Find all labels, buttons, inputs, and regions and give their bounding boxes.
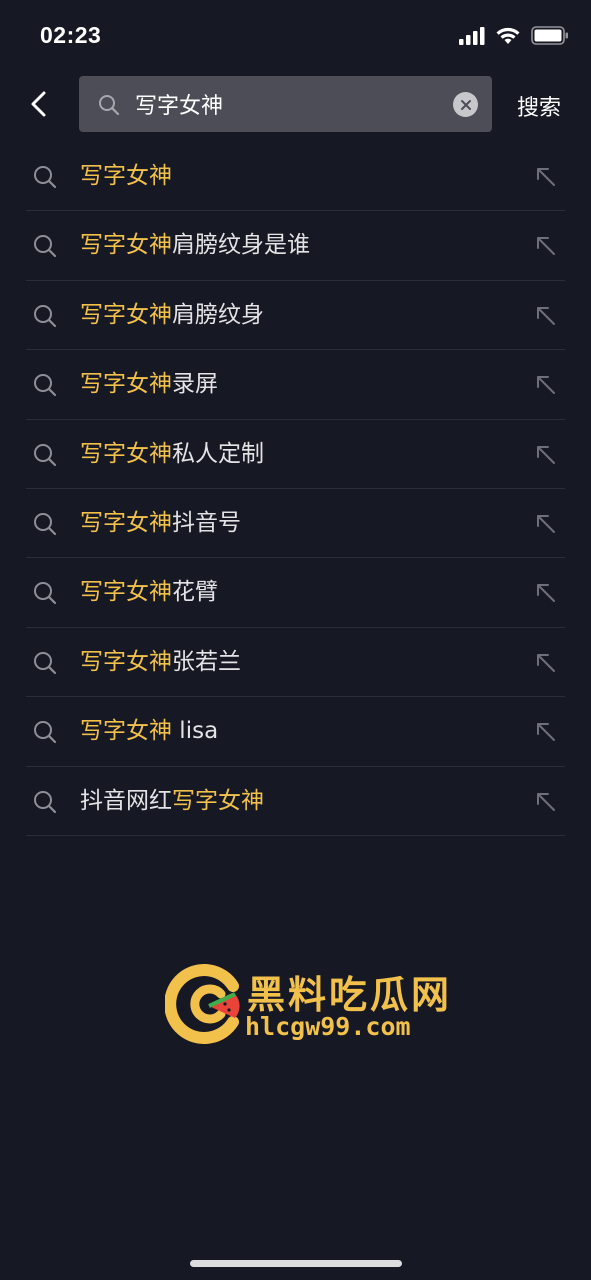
search-submit-button[interactable]: 搜索 (517, 90, 561, 122)
watermark: 黑料吃瓜网 hlcgw99.com (165, 962, 455, 1044)
suggestion-rest: lisa (172, 718, 219, 745)
suggestion-item[interactable]: 写字女神录屏 (26, 350, 565, 420)
suggestion-item[interactable]: 写字女神张若兰 (26, 628, 565, 698)
search-icon (34, 790, 57, 813)
wifi-icon (496, 27, 520, 44)
suggestion-rest: 抖音网红 (80, 787, 172, 814)
suggestion-highlight: 写字女神 (80, 648, 172, 675)
fill-query-arrow-icon[interactable] (535, 166, 557, 188)
suggestion-rest: 花臂 (172, 579, 218, 606)
suggestion-highlight: 写字女神 (80, 163, 172, 189)
suggestion-highlight: 写字女神 (80, 509, 172, 536)
suggestion-list: 写字女神 写字女神肩膀纹身是谁 写字女神肩膀纹身 写字女神录屏 写字女神私人定制 写字女神… (26, 142, 565, 836)
search-icon (34, 374, 57, 397)
suggestion-item[interactable]: 写字女神私人定制 (26, 420, 565, 489)
search-icon (34, 166, 57, 189)
suggestion-rest: 肩膀纹身是谁 (172, 232, 310, 259)
search-header: 搜索 (0, 74, 591, 134)
fill-query-arrow-icon[interactable] (535, 721, 557, 743)
fill-query-arrow-icon[interactable] (535, 235, 557, 257)
suggestion-text: 写字女神抖音号 (80, 507, 241, 539)
suggestion-text: 写字女神肩膀纹身是谁 (80, 229, 310, 261)
suggestion-rest: 肩膀纹身 (172, 301, 264, 328)
clear-button[interactable] (453, 92, 478, 117)
suggestion-text: 写字女神花臂 (80, 576, 218, 608)
watermark-title: 黑料吃瓜网 (247, 973, 453, 1017)
fill-query-arrow-icon[interactable] (535, 513, 557, 535)
suggestion-highlight: 写字女神 (80, 371, 172, 398)
watermark-logo-icon (165, 964, 240, 1044)
suggestion-highlight: 写字女神 (80, 440, 172, 467)
search-icon (34, 443, 57, 466)
fill-query-arrow-icon[interactable] (535, 305, 557, 327)
search-icon (99, 95, 120, 116)
suggestion-rest: 私人定制 (172, 440, 264, 467)
back-arrow-icon (31, 91, 46, 117)
suggestion-text: 写字女神 (80, 160, 172, 192)
back-button[interactable] (24, 88, 56, 120)
suggestion-highlight: 写字女神 (80, 301, 172, 328)
battery-icon (531, 26, 568, 45)
suggestion-text: 写字女神肩膀纹身 (80, 299, 264, 331)
status-time: 02:23 (40, 22, 102, 48)
suggestion-item[interactable]: 写字女神肩膀纹身是谁 (26, 211, 565, 281)
search-suggestion-screen: 02:23 写字女神 搜索 写字女神 写字女神肩膀纹身是谁 写字女神肩膀纹身 写… (0, 0, 591, 1280)
suggestion-text: 抖音网红写字女神 (80, 785, 264, 817)
suggestion-text: 写字女神录屏 (80, 368, 218, 400)
fill-query-arrow-icon[interactable] (535, 582, 557, 604)
fill-query-arrow-icon[interactable] (535, 444, 557, 466)
status-icons (459, 26, 569, 45)
fill-query-arrow-icon[interactable] (535, 791, 557, 813)
suggestion-highlight: 写字女神 (80, 232, 172, 259)
suggestion-text: 写字女神张若兰 (80, 646, 241, 678)
suggestion-item[interactable]: 写字女神肩膀纹身 (26, 281, 565, 351)
home-indicator[interactable] (190, 1260, 402, 1267)
suggestion-text: 写字女神 lisa (80, 715, 218, 747)
fill-query-arrow-icon[interactable] (535, 374, 557, 396)
search-icon (34, 304, 57, 327)
suggestion-highlight: 写字女神 (80, 718, 172, 745)
suggestion-rest: 张若兰 (172, 648, 241, 675)
clear-icon (460, 99, 471, 110)
signal-icon (459, 26, 485, 45)
search-icon (34, 235, 57, 258)
fill-query-arrow-icon[interactable] (535, 652, 557, 674)
suggestion-item[interactable]: 写字女神抖音号 (26, 489, 565, 559)
search-icon (34, 512, 57, 536)
suggestion-item[interactable]: 抖音网红写字女神 (26, 767, 565, 836)
search-icon (34, 582, 57, 605)
suggestion-rest: 抖音号 (172, 509, 241, 536)
watermark-url: hlcgw99.com (245, 1012, 411, 1041)
search-icon (34, 651, 57, 674)
search-box[interactable] (79, 76, 492, 132)
suggestion-item[interactable]: 写字女神 (26, 142, 565, 212)
suggestion-item[interactable]: 写字女神花臂 (26, 558, 565, 628)
suggestion-item[interactable]: 写字女神 lisa (26, 697, 565, 767)
search-icon (34, 721, 57, 744)
suggestion-highlight: 写字女神 (80, 579, 172, 606)
search-input[interactable] (135, 84, 435, 124)
status-bar: 02:23 (0, 0, 591, 70)
suggestion-text: 写字女神私人定制 (80, 438, 264, 470)
suggestion-highlight: 写字女神 (172, 787, 264, 814)
suggestion-rest: 录屏 (172, 371, 218, 398)
